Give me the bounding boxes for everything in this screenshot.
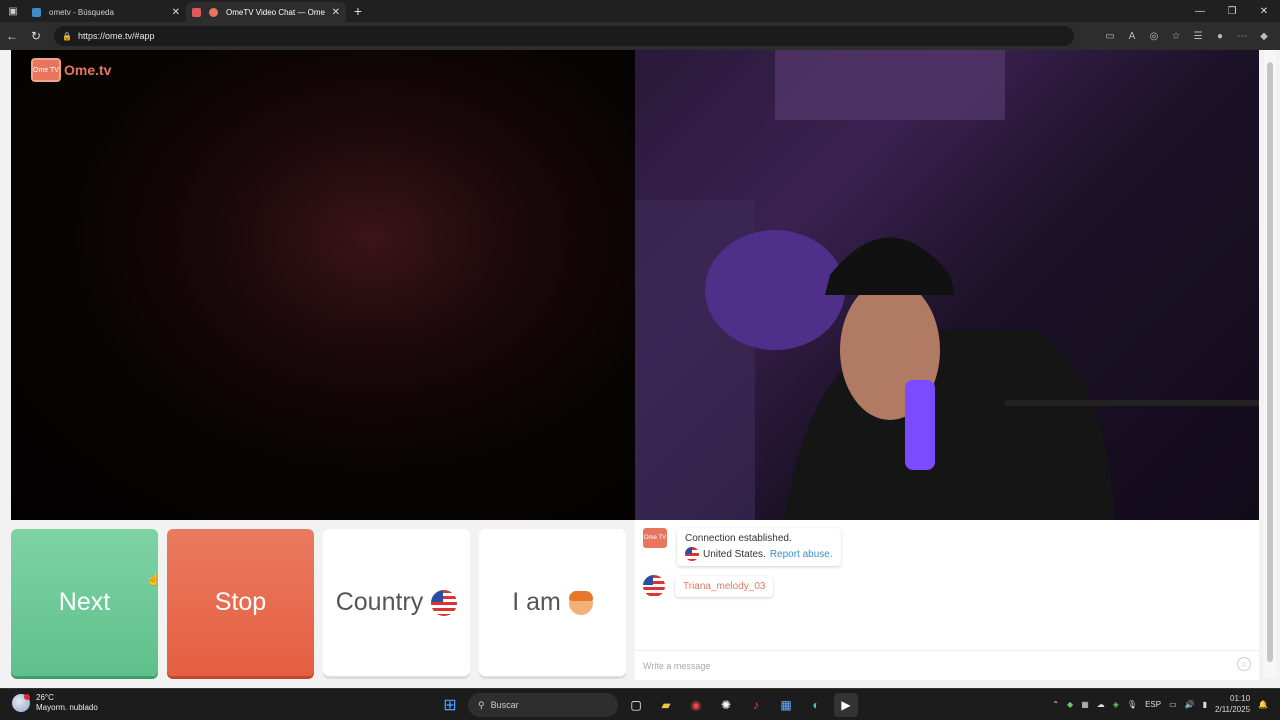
ometv-favicon-icon — [209, 7, 218, 17]
tray-app-icon[interactable]: ▦ — [1081, 700, 1089, 709]
clock-time: 01:10 — [1230, 694, 1251, 703]
recording-favicon-icon — [192, 7, 201, 17]
report-abuse-link[interactable]: Report abuse. — [770, 549, 833, 560]
nvidia-icon[interactable]: ◆ — [1067, 700, 1073, 709]
windows-start-icon[interactable]: ⊞ — [438, 693, 462, 717]
favorite-star-icon[interactable]: ☆ — [1168, 26, 1184, 46]
ometv-logo: Ome TV Ome.tv — [31, 58, 111, 82]
new-tab-icon[interactable]: + — [346, 3, 370, 19]
battery-icon[interactable]: ▮ — [1203, 700, 1207, 709]
shield-icon[interactable]: ◈ — [1113, 700, 1119, 709]
tab-actions-icon[interactable]: ▣ — [0, 0, 26, 22]
chatgpt-icon[interactable]: ✺ — [714, 693, 738, 717]
taskbar-search[interactable]: ⚲ Buscar — [468, 693, 618, 717]
microphone-icon[interactable]: 🎙 — [1127, 700, 1137, 709]
volume-icon[interactable]: 🔊 — [1185, 700, 1195, 709]
close-window-icon[interactable]: ✕ — [1248, 0, 1280, 22]
apps-grid-icon[interactable]: ▦ — [774, 693, 798, 717]
clock[interactable]: 01:10 2/11/2025 — [1215, 693, 1250, 715]
next-button[interactable]: Next — [11, 529, 158, 676]
display-icon[interactable]: ▭ — [1169, 700, 1177, 709]
system-tray: ⌃ ◆ ▦ ☁ ◈ 🎙 ESP ▭ 🔊 ▮ 01:10 2/11/2025 🔔 — [1052, 693, 1268, 715]
minimize-icon[interactable]: — — [1184, 0, 1216, 22]
tab-search[interactable]: ometv - Búsqueda ✕ — [26, 2, 186, 22]
tab-ometv[interactable]: OmeTV Video Chat — Ome ✕ — [186, 2, 346, 22]
ometv-page: Ome TV Ome.tv Next Stop Country I am ☝ O… — [0, 50, 1280, 688]
message-placeholder: Write a message — [643, 660, 711, 671]
file-explorer-icon[interactable]: ▰ — [654, 693, 678, 717]
profile-avatar-icon[interactable]: ● — [1212, 26, 1228, 46]
window-controls: — ❐ ✕ — [1184, 0, 1280, 22]
page-scrollbar[interactable] — [1264, 50, 1276, 678]
weather-temp: 26°C — [36, 693, 54, 702]
task-view-icon[interactable]: ▢ — [624, 693, 648, 717]
weather-desc: Mayorm. nublado — [36, 703, 98, 712]
notification-bell-icon[interactable]: 🔔 — [1258, 700, 1268, 709]
self-video — [635, 50, 1259, 520]
close-tab-icon[interactable]: ✕ — [172, 7, 180, 18]
partner-info: Triana_melody_03 — [643, 575, 774, 597]
scrollbar-thumb[interactable] — [1267, 62, 1273, 662]
taskbar-apps: ⊞ ⚲ Buscar ▢ ▰ ◉ ✺ ♪ ▦ ◐ ▶ — [438, 693, 858, 717]
media-player-icon[interactable]: ▶ — [834, 693, 858, 717]
country-label: Country — [335, 588, 424, 616]
language-indicator[interactable]: ESP — [1145, 700, 1161, 709]
partner-username[interactable]: Triana_melody_03 — [683, 581, 765, 592]
boy-avatar-icon — [568, 590, 593, 615]
message-input[interactable]: Write a message — [635, 650, 1259, 680]
url-field[interactable]: 🔒 https://ome.tv/#app — [54, 26, 1074, 46]
lock-icon: 🔒 — [62, 31, 72, 41]
more-menu-icon[interactable]: ⋯ — [1234, 26, 1250, 46]
address-bar: ← ↻ 🔒 https://ome.tv/#app ▭ A ◎ ☆ ☰ ● ⋯ … — [0, 22, 1280, 50]
bing-favicon-icon — [32, 7, 41, 17]
ometv-mini-logo-icon: Ome TV — [643, 528, 667, 548]
mouse-pointer-icon: ☝ — [146, 572, 161, 586]
toolbar-icons: ▭ A ◎ ☆ ☰ ● ⋯ ◆ — [1102, 26, 1272, 46]
gender-button[interactable]: I am — [479, 529, 626, 676]
webcam-scene — [635, 50, 1259, 520]
logo-text: Ome.tv — [64, 62, 112, 78]
close-tab-icon[interactable]: ✕ — [332, 7, 340, 18]
refresh-icon[interactable]: ↻ — [24, 24, 48, 48]
tab-title: ometv - Búsqueda — [49, 7, 114, 17]
system-bubble: Connection established. United States. R… — [677, 528, 841, 566]
stranger-video: Ome TV Ome.tv — [11, 50, 635, 520]
weather-cloud-icon — [12, 694, 30, 712]
video-icon[interactable]: ▭ — [1102, 26, 1118, 46]
stop-label: Stop — [214, 588, 267, 616]
chrome-icon[interactable]: ◉ — [684, 693, 708, 717]
username-bubble: Triana_melody_03 — [675, 575, 774, 597]
back-icon[interactable]: ← — [0, 24, 24, 48]
system-message: Ome TV Connection established. United St… — [643, 528, 841, 566]
stop-button[interactable]: Stop — [167, 529, 314, 676]
tray-expand-icon[interactable]: ⌃ — [1052, 700, 1059, 709]
us-flag-icon — [431, 589, 458, 616]
connection-text: Connection established. — [685, 533, 792, 544]
emoji-icon[interactable]: ☺ — [1237, 657, 1251, 671]
edge-icon[interactable]: ◐ — [804, 693, 828, 717]
us-flag-icon — [685, 547, 699, 561]
browser-tab-bar: ▣ ometv - Búsqueda ✕ OmeTV Video Chat — … — [0, 0, 1280, 22]
location-text: United States. — [703, 548, 766, 560]
search-label: Buscar — [490, 700, 519, 710]
us-flag-icon — [643, 575, 665, 597]
ometv-logo-icon: Ome TV — [31, 58, 61, 82]
tiktok-icon[interactable]: ♪ — [744, 693, 768, 717]
copilot-icon[interactable]: ◆ — [1256, 26, 1272, 46]
read-aloud-icon[interactable]: A — [1124, 26, 1140, 46]
iam-label: I am — [512, 588, 561, 616]
tab-title: OmeTV Video Chat — Ome — [226, 7, 325, 17]
weather-widget[interactable]: 26°C Mayorm. nublado — [12, 693, 98, 713]
chat-panel: Ome TV Connection established. United St… — [635, 520, 1259, 680]
next-label: Next — [58, 588, 111, 616]
maximize-icon[interactable]: ❐ — [1216, 0, 1248, 22]
search-icon: ⚲ — [478, 699, 485, 710]
onedrive-icon[interactable]: ☁ — [1097, 700, 1105, 709]
country-button[interactable]: Country — [323, 529, 470, 676]
url-text: https://ome.tv/#app — [77, 31, 155, 41]
favorites-icon[interactable]: ☰ — [1190, 26, 1206, 46]
clock-date: 2/11/2025 — [1215, 705, 1251, 714]
windows-taskbar: 26°C Mayorm. nublado ⊞ ⚲ Buscar ▢ ▰ ◉ ✺ … — [0, 688, 1280, 720]
extension-icon[interactable]: ◎ — [1146, 26, 1162, 46]
